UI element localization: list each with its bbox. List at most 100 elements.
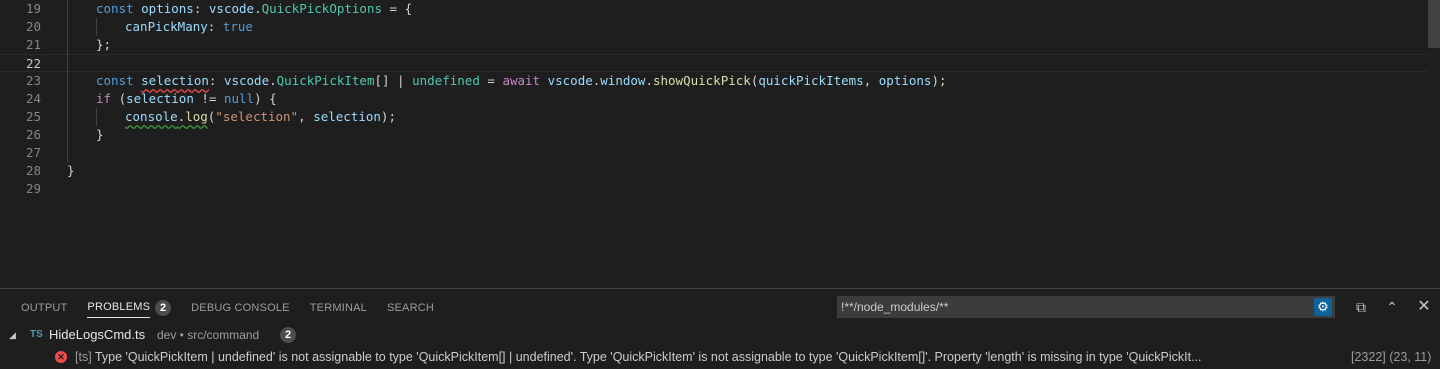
- code-token: vscode: [547, 73, 593, 88]
- bottom-panel: OUTPUT PROBLEMS 2 DEBUG CONSOLE TERMINAL …: [0, 288, 1440, 369]
- problem-source: [ts]: [75, 350, 92, 364]
- close-icon[interactable]: ✕: [1415, 298, 1433, 316]
- code-line[interactable]: 21};: [0, 36, 1428, 54]
- typescript-file-icon: TS: [30, 329, 43, 340]
- line-number: 26: [25, 127, 41, 142]
- filter-value: !**/node_modules/**: [841, 300, 949, 314]
- code-token: QuickPickItem: [276, 73, 375, 88]
- panel-tabs: OUTPUT PROBLEMS 2 DEBUG CONSOLE TERMINAL …: [11, 300, 444, 320]
- problem-text: Type 'QuickPickItem | undefined' is not …: [94, 350, 1202, 364]
- error-icon: ✕: [55, 351, 67, 363]
- code-token: (: [118, 91, 127, 106]
- line-number: 22: [25, 56, 41, 71]
- code-line[interactable]: 23 const selection: vscode.QuickPickItem[…: [0, 72, 1428, 90]
- indent-guide: [96, 108, 97, 126]
- code-text: canPickMany: true: [125, 18, 253, 36]
- indent-guide: [67, 0, 68, 162]
- code-token: };: [96, 37, 112, 52]
- problems-filter-input[interactable]: !**/node_modules/** ⚙: [837, 296, 1335, 318]
- code-token: const: [96, 1, 142, 16]
- code-token: canPickMany: [125, 19, 208, 34]
- code-token: selection: [313, 109, 381, 124]
- code-text: }: [67, 162, 75, 180]
- code-line[interactable]: 20 canPickMany: true: [0, 18, 1428, 36]
- collapse-all-icon[interactable]: ⧉: [1352, 298, 1370, 316]
- code-token: options: [878, 73, 932, 88]
- file-name: HideLogsCmd.ts: [49, 327, 146, 342]
- line-number: 20: [25, 19, 41, 34]
- line-number: 28: [25, 163, 41, 178]
- code-text: if (selection != null) {: [96, 90, 277, 108]
- code-token: =: [479, 73, 503, 88]
- code-token: ,: [298, 109, 314, 124]
- code-token: .: [269, 73, 277, 88]
- tab-debug-console[interactable]: DEBUG CONSOLE: [181, 300, 300, 316]
- line-number: 23: [25, 73, 41, 88]
- code-line[interactable]: 27: [0, 144, 1428, 162]
- code-token: :: [193, 1, 209, 16]
- code-token: log: [185, 109, 208, 124]
- code-token: if: [96, 91, 119, 106]
- code-text: };: [96, 36, 111, 54]
- code-token: null: [223, 91, 255, 106]
- code-token: ,: [863, 73, 879, 88]
- tab-terminal[interactable]: TERMINAL: [300, 300, 377, 316]
- file-path: dev • src/command: [157, 328, 260, 342]
- code-token: window: [600, 73, 646, 88]
- tab-problems[interactable]: PROBLEMS 2: [77, 299, 181, 318]
- line-number: 25: [25, 109, 41, 124]
- code-token: }: [67, 163, 75, 178]
- code-token: .: [645, 73, 653, 88]
- code-line[interactable]: 22: [0, 54, 1428, 72]
- code-token: QuickPickOptions: [261, 1, 383, 16]
- code-token: .: [254, 1, 262, 16]
- code-token: :: [207, 19, 223, 34]
- code-line[interactable]: 19 const options: vscode.QuickPickOptions…: [0, 0, 1428, 18]
- tab-search[interactable]: SEARCH: [377, 300, 444, 316]
- code-editor[interactable]: 19 const options: vscode.QuickPickOptions…: [0, 0, 1440, 288]
- problem-message: [ts] Type 'QuickPickItem | undefined' is…: [75, 346, 1340, 368]
- code-token: undefined: [412, 73, 480, 88]
- code-token: quickPickItems: [758, 73, 864, 88]
- code-line[interactable]: 28}: [0, 162, 1428, 180]
- tab-output[interactable]: OUTPUT: [11, 300, 77, 316]
- code-token: console: [125, 109, 178, 124]
- code-token: vscode: [223, 73, 270, 88]
- code-token: :: [208, 73, 224, 88]
- code-line[interactable]: 24 if (selection != null) {: [0, 90, 1428, 108]
- error-code: [2322]: [1351, 350, 1386, 364]
- tab-label: DEBUG CONSOLE: [191, 302, 290, 314]
- code-text: const options: vscode.QuickPickOptions =…: [96, 0, 412, 18]
- code-token: true: [222, 19, 253, 34]
- problem-file-row[interactable]: ◢ TS HideLogsCmd.ts dev • src/command 2: [0, 324, 1440, 346]
- line-number: 29: [25, 181, 41, 196]
- filter-settings-button[interactable]: ⚙: [1314, 298, 1332, 316]
- chevron-down-icon[interactable]: ◢: [9, 324, 16, 346]
- gear-icon: ⚙: [1317, 299, 1329, 314]
- code-token: ) {: [254, 91, 277, 106]
- code-token: "selection": [215, 109, 299, 124]
- code-token: showQuickPick: [652, 73, 751, 88]
- code-line[interactable]: 29: [0, 180, 1428, 198]
- tab-label: TERMINAL: [309, 302, 367, 314]
- code-line[interactable]: 26}: [0, 126, 1428, 144]
- line-number: 24: [25, 91, 41, 106]
- code-token: selection: [141, 73, 209, 88]
- code-text: const selection: vscode.QuickPickItem[] …: [96, 72, 947, 90]
- tab-label: OUTPUT: [21, 302, 68, 314]
- tab-label: SEARCH: [386, 302, 434, 314]
- file-problem-count-badge: 2: [280, 327, 296, 343]
- tab-label: PROBLEMS: [87, 299, 151, 318]
- problem-row[interactable]: ✕ [ts] Type 'QuickPickItem | undefined' …: [0, 346, 1440, 368]
- code-text: }: [96, 126, 104, 144]
- chevron-up-icon[interactable]: ⌃: [1383, 298, 1401, 316]
- code-text: console.log("selection", selection);: [125, 108, 396, 126]
- editor-scrollbar[interactable]: [1428, 0, 1440, 48]
- line-number: 19: [25, 1, 41, 16]
- code-line[interactable]: 25 console.log("selection", selection);: [0, 108, 1428, 126]
- code-token: }: [96, 127, 104, 142]
- code-token: selection: [126, 91, 194, 106]
- code-token: const: [96, 73, 142, 88]
- indent-guide: [96, 18, 97, 36]
- code-token: await: [502, 73, 548, 88]
